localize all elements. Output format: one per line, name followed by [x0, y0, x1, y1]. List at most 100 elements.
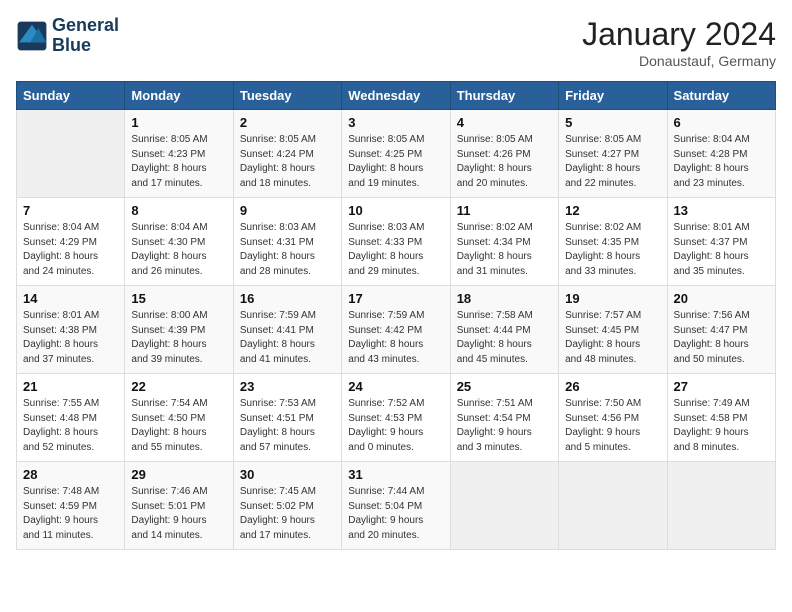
calendar-week-4: 21 Sunrise: 7:55 AM Sunset: 4:48 PM Dayli…: [17, 374, 776, 462]
day-number: 2: [240, 115, 335, 130]
calendar-cell: [667, 462, 775, 550]
day-number: 29: [131, 467, 226, 482]
calendar-cell: 5 Sunrise: 8:05 AM Sunset: 4:27 PM Daylig…: [559, 110, 667, 198]
day-info: Sunrise: 7:49 AM Sunset: 4:58 PM Dayligh…: [674, 397, 769, 455]
calendar-cell: 20Sunrise: 7:56 AM Sunset: 4:47 PM Dayli…: [667, 286, 775, 374]
logo: General Blue: [16, 16, 119, 56]
title-block: January 2024 Donaustauf, Germany: [582, 16, 776, 69]
day-info: Sunrise: 7:55 AM Sunset: 4:48 PM Dayligh…: [23, 397, 118, 455]
calendar-cell: 7 Sunrise: 8:04 AM Sunset: 4:29 PM Daylig…: [17, 198, 125, 286]
logo-line1: General: [52, 16, 119, 36]
page-header: General Blue January 2024 Donaustauf, Ge…: [16, 16, 776, 69]
calendar-cell: 4 Sunrise: 8:05 AM Sunset: 4:26 PM Daylig…: [450, 110, 558, 198]
day-number: 1: [131, 115, 226, 130]
header-saturday: Saturday: [667, 82, 775, 110]
header-sunday: Sunday: [17, 82, 125, 110]
day-info: Sunrise: 7:57 AM Sunset: 4:45 PM Dayligh…: [565, 309, 660, 367]
calendar-cell: 29 Sunrise: 7:46 AM Sunset: 5:01 PM Dayli…: [125, 462, 233, 550]
day-info: Sunrise: 7:53 AM Sunset: 4:51 PM Dayligh…: [240, 397, 335, 455]
day-info: Sunrise: 8:02 AM Sunset: 4:34 PM Dayligh…: [457, 221, 552, 279]
day-number: 14: [23, 291, 118, 306]
day-info: Sunrise: 7:51 AM Sunset: 4:54 PM Dayligh…: [457, 397, 552, 455]
day-info: Sunrise: 7:45 AM Sunset: 5:02 PM Dayligh…: [240, 485, 335, 543]
logo-line2: Blue: [52, 36, 119, 56]
day-number: 21: [23, 379, 118, 394]
month-title: January 2024: [582, 16, 776, 53]
calendar-cell: 13 Sunrise: 8:01 AM Sunset: 4:37 PM Dayli…: [667, 198, 775, 286]
calendar-cell: 30 Sunrise: 7:45 AM Sunset: 5:02 PM Dayli…: [233, 462, 341, 550]
calendar-cell: 16Sunrise: 7:59 AM Sunset: 4:41 PM Dayli…: [233, 286, 341, 374]
calendar-cell: 18 Sunrise: 7:58 AM Sunset: 4:44 PM Dayli…: [450, 286, 558, 374]
calendar-cell: 3 Sunrise: 8:05 AM Sunset: 4:25 PM Daylig…: [342, 110, 450, 198]
day-number: 9: [240, 203, 335, 218]
day-info: Sunrise: 8:03 AM Sunset: 4:33 PM Dayligh…: [348, 221, 443, 279]
calendar-cell: 15Sunrise: 8:00 AM Sunset: 4:39 PM Dayli…: [125, 286, 233, 374]
day-number: 24: [348, 379, 443, 394]
day-info: Sunrise: 7:44 AM Sunset: 5:04 PM Dayligh…: [348, 485, 443, 543]
calendar-cell: 9 Sunrise: 8:03 AM Sunset: 4:31 PM Daylig…: [233, 198, 341, 286]
header-wednesday: Wednesday: [342, 82, 450, 110]
day-info: Sunrise: 8:04 AM Sunset: 4:30 PM Dayligh…: [131, 221, 226, 279]
day-info: Sunrise: 7:50 AM Sunset: 4:56 PM Dayligh…: [565, 397, 660, 455]
day-info: Sunrise: 8:04 AM Sunset: 4:28 PM Dayligh…: [674, 133, 769, 191]
day-info: Sunrise: 8:01 AM Sunset: 4:38 PM Dayligh…: [23, 309, 118, 367]
day-info: Sunrise: 8:02 AM Sunset: 4:35 PM Dayligh…: [565, 221, 660, 279]
day-number: 4: [457, 115, 552, 130]
calendar-cell: [17, 110, 125, 198]
calendar-cell: 19 Sunrise: 7:57 AM Sunset: 4:45 PM Dayli…: [559, 286, 667, 374]
day-number: 6: [674, 115, 769, 130]
day-info: Sunrise: 8:04 AM Sunset: 4:29 PM Dayligh…: [23, 221, 118, 279]
day-number: 30: [240, 467, 335, 482]
day-number: 27: [674, 379, 769, 394]
day-number: 3: [348, 115, 443, 130]
logo-icon: [16, 20, 48, 52]
day-info: Sunrise: 7:46 AM Sunset: 5:01 PM Dayligh…: [131, 485, 226, 543]
day-number: 18: [457, 291, 552, 306]
calendar-cell: 24Sunrise: 7:52 AM Sunset: 4:53 PM Dayli…: [342, 374, 450, 462]
day-number: 25: [457, 379, 552, 394]
day-number: 10: [348, 203, 443, 218]
day-info: Sunrise: 8:05 AM Sunset: 4:25 PM Dayligh…: [348, 133, 443, 191]
header-thursday: Thursday: [450, 82, 558, 110]
day-number: 13: [674, 203, 769, 218]
header-monday: Monday: [125, 82, 233, 110]
day-info: Sunrise: 7:59 AM Sunset: 4:42 PM Dayligh…: [348, 309, 443, 367]
day-number: 5: [565, 115, 660, 130]
calendar-cell: 25 Sunrise: 7:51 AM Sunset: 4:54 PM Dayli…: [450, 374, 558, 462]
calendar-cell: 31Sunrise: 7:44 AM Sunset: 5:04 PM Dayli…: [342, 462, 450, 550]
day-info: Sunrise: 8:03 AM Sunset: 4:31 PM Dayligh…: [240, 221, 335, 279]
calendar-cell: 26 Sunrise: 7:50 AM Sunset: 4:56 PM Dayli…: [559, 374, 667, 462]
day-number: 19: [565, 291, 660, 306]
day-number: 17: [348, 291, 443, 306]
day-number: 7: [23, 203, 118, 218]
calendar-cell: 22Sunrise: 7:54 AM Sunset: 4:50 PM Dayli…: [125, 374, 233, 462]
location: Donaustauf, Germany: [582, 53, 776, 69]
day-info: Sunrise: 8:05 AM Sunset: 4:23 PM Dayligh…: [131, 133, 226, 191]
calendar-cell: 28Sunrise: 7:48 AM Sunset: 4:59 PM Dayli…: [17, 462, 125, 550]
calendar-cell: 21 Sunrise: 7:55 AM Sunset: 4:48 PM Dayli…: [17, 374, 125, 462]
day-number: 8: [131, 203, 226, 218]
calendar-cell: 17 Sunrise: 7:59 AM Sunset: 4:42 PM Dayli…: [342, 286, 450, 374]
day-info: Sunrise: 7:56 AM Sunset: 4:47 PM Dayligh…: [674, 309, 769, 367]
calendar-week-5: 28Sunrise: 7:48 AM Sunset: 4:59 PM Dayli…: [17, 462, 776, 550]
calendar-cell: 23Sunrise: 7:53 AM Sunset: 4:51 PM Dayli…: [233, 374, 341, 462]
calendar-week-3: 14 Sunrise: 8:01 AM Sunset: 4:38 PM Dayli…: [17, 286, 776, 374]
day-info: Sunrise: 8:05 AM Sunset: 4:27 PM Dayligh…: [565, 133, 660, 191]
day-info: Sunrise: 7:58 AM Sunset: 4:44 PM Dayligh…: [457, 309, 552, 367]
day-number: 28: [23, 467, 118, 482]
calendar-cell: 1 Sunrise: 8:05 AM Sunset: 4:23 PM Daylig…: [125, 110, 233, 198]
calendar-week-1: 1 Sunrise: 8:05 AM Sunset: 4:23 PM Daylig…: [17, 110, 776, 198]
day-info: Sunrise: 7:59 AM Sunset: 4:41 PM Dayligh…: [240, 309, 335, 367]
day-info: Sunrise: 8:01 AM Sunset: 4:37 PM Dayligh…: [674, 221, 769, 279]
calendar-cell: [450, 462, 558, 550]
calendar-table: SundayMondayTuesdayWednesdayThursdayFrid…: [16, 81, 776, 550]
calendar-cell: 10 Sunrise: 8:03 AM Sunset: 4:33 PM Dayli…: [342, 198, 450, 286]
day-number: 15: [131, 291, 226, 306]
calendar-cell: 2Sunrise: 8:05 AM Sunset: 4:24 PM Daylig…: [233, 110, 341, 198]
header-friday: Friday: [559, 82, 667, 110]
day-number: 26: [565, 379, 660, 394]
day-info: Sunrise: 8:05 AM Sunset: 4:26 PM Dayligh…: [457, 133, 552, 191]
header-tuesday: Tuesday: [233, 82, 341, 110]
calendar-cell: 8 Sunrise: 8:04 AM Sunset: 4:30 PM Daylig…: [125, 198, 233, 286]
day-number: 22: [131, 379, 226, 394]
